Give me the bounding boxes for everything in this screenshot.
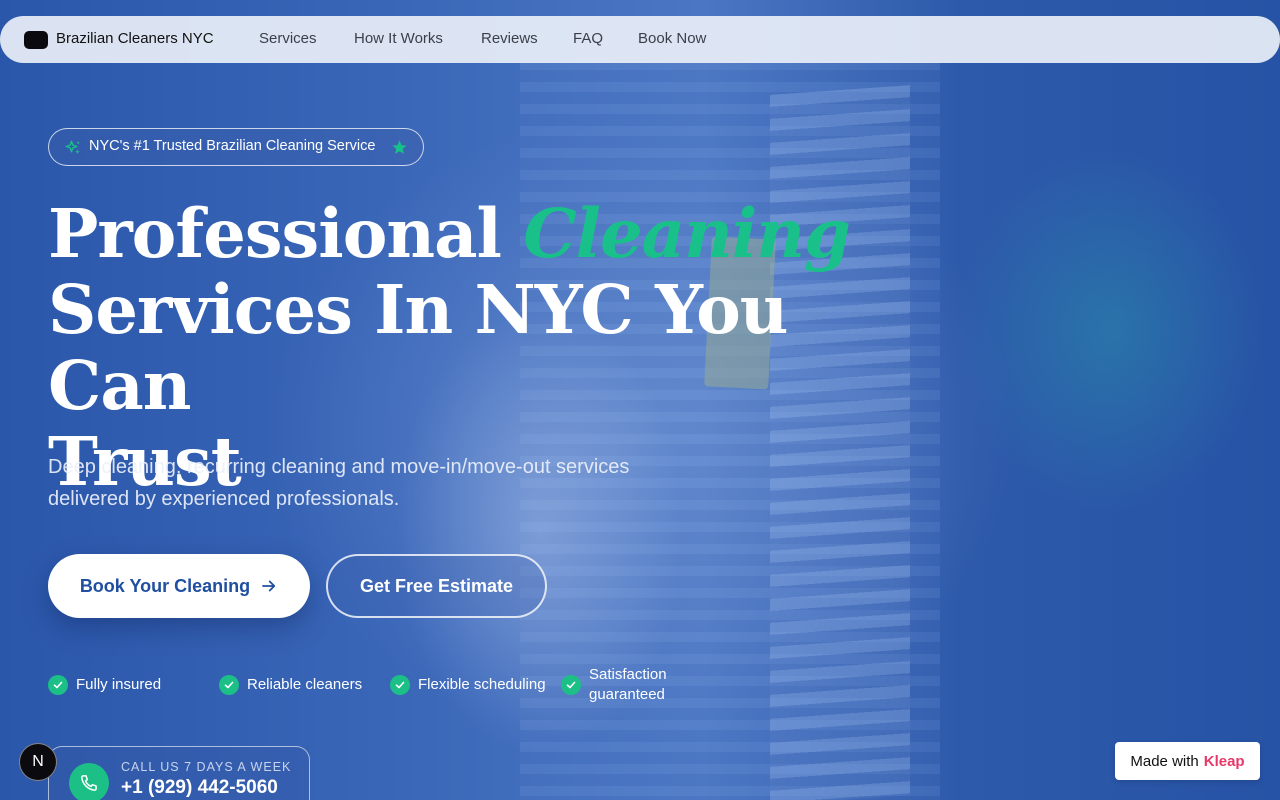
call-label: CALL US 7 DAYS A WEEK — [121, 760, 292, 774]
call-card[interactable]: CALL US 7 DAYS A WEEK +1 (929) 442-5060 — [48, 746, 310, 800]
feature-item: Reliable cleaners — [219, 675, 362, 695]
feature-label: Satisfaction guaranteed — [589, 666, 667, 703]
kleap-brand: Kleap — [1203, 752, 1245, 770]
made-with-text: Made with — [1130, 752, 1199, 770]
made-with-kleap-badge[interactable]: Made with Kleap — [1115, 742, 1260, 780]
trust-badge-text: NYC's #1 Trusted Brazilian Cleaning Serv… — [89, 138, 376, 154]
feature-label: Reliable cleaners — [247, 676, 363, 693]
nav-link-faq[interactable]: FAQ — [573, 30, 603, 47]
feature-label: Fully insured — [76, 676, 162, 693]
brand-name[interactable]: Brazilian Cleaners NYC — [56, 30, 214, 47]
nav-link-book-now[interactable]: Book Now — [638, 30, 706, 47]
check-icon — [219, 675, 239, 695]
free-estimate-label: Get Free Estimate — [359, 575, 514, 596]
check-icon — [561, 675, 581, 695]
check-icon — [390, 675, 410, 695]
headline-part-2: Services In NYC You Can — [48, 270, 788, 425]
top-navbar: Brazilian Cleaners NYC Services How It W… — [0, 16, 1280, 63]
check-icon — [48, 675, 68, 695]
feature-item: Fully insured — [48, 675, 161, 695]
feature-item: Flexible scheduling — [390, 675, 546, 695]
headline-part-1: Professional — [48, 194, 524, 273]
sparkle-icon — [65, 140, 80, 154]
nav-link-services[interactable]: Services — [259, 30, 317, 47]
arrow-right-icon — [262, 580, 276, 592]
feature-label: Flexible scheduling — [418, 676, 546, 693]
headline-accent: Cleaning — [523, 194, 851, 273]
feature-item: Satisfaction guaranteed — [561, 665, 689, 705]
logo-mark-icon[interactable] — [24, 31, 48, 49]
trust-badge: NYC's #1 Trusted Brazilian Cleaning Serv… — [48, 128, 424, 166]
book-cleaning-button[interactable]: Book Your Cleaning — [48, 554, 310, 618]
nav-link-how-it-works[interactable]: How It Works — [354, 30, 443, 47]
star-icon — [392, 140, 407, 154]
phone-icon — [69, 763, 109, 800]
book-cleaning-label: Book Your Cleaning — [79, 575, 251, 596]
hero-subtitle: Deep cleaning, recurring cleaning and mo… — [48, 456, 630, 510]
nav-link-reviews[interactable]: Reviews — [481, 30, 538, 47]
free-estimate-button[interactable]: Get Free Estimate — [326, 554, 547, 618]
phone-number[interactable]: +1 (929) 442-5060 — [121, 777, 278, 799]
next-devtools-button[interactable]: N — [19, 743, 57, 781]
